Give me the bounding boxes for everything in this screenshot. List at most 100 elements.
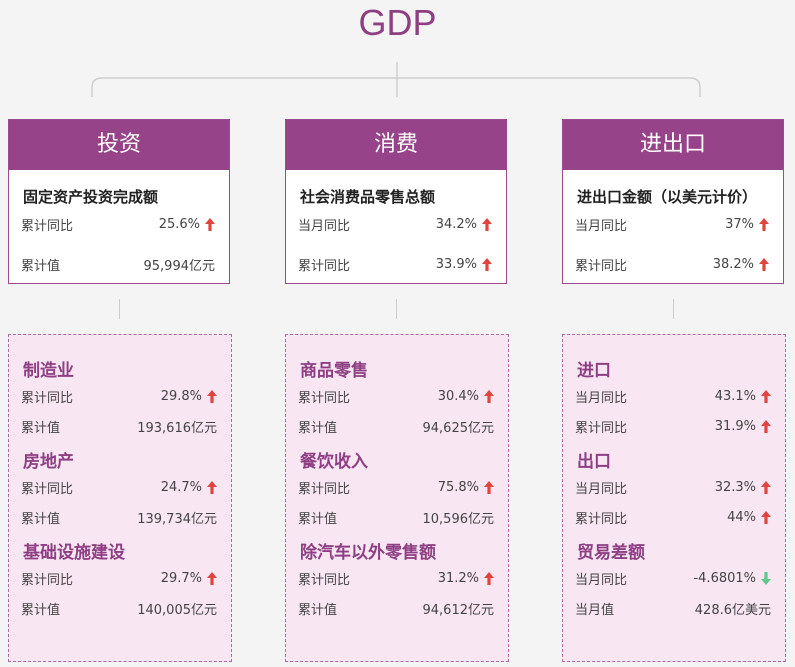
sub-indicator-title: 制造业 (23, 361, 74, 381)
metric-label: 累计值 (21, 511, 61, 527)
sub-indicator-row: 累计同比 24.7% (9, 477, 231, 497)
metric-label: 累计值 (21, 420, 61, 436)
sub-indicator-title: 出口 (577, 452, 611, 472)
metric-label: 累计同比 (21, 481, 74, 497)
metric-label: 累计同比 (298, 258, 351, 274)
category-header: 投资 (9, 120, 229, 170)
sub-indicator-row: 累计值 139,734亿元 (9, 507, 231, 527)
sub-indicator-row: 累计同比 29.8% (9, 386, 231, 406)
sub-indicator-title: 商品零售 (300, 361, 368, 381)
connector-line (673, 299, 674, 319)
metric-value-text: 31.2% (437, 570, 479, 586)
metric-label: 当月同比 (575, 572, 628, 588)
metric-value: 140,005亿元 (137, 599, 217, 618)
arrow-down-icon (761, 571, 771, 585)
metric-label: 累计值 (298, 420, 338, 436)
metric-value: 24.7% (161, 480, 217, 495)
metric-value-text: 139,734亿元 (137, 511, 217, 527)
metric-value-text: 25.6% (158, 216, 200, 232)
sub-indicator-row: 当月同比 32.3% (563, 477, 785, 497)
arrow-up-icon (759, 217, 769, 231)
arrow-up-icon (482, 217, 492, 231)
detail-card: 商品零售 累计同比 30.4% 累计值 94,625亿元 餐饮收入 累计同比 75.8% 累计值… (285, 334, 509, 662)
metric-label: 累计值 (298, 511, 338, 527)
metric-label: 累计同比 (21, 572, 74, 588)
metric-value-text: 32.3% (714, 479, 756, 495)
sub-indicator-row: 累计同比 31.2% (286, 568, 508, 588)
sub-indicator-row: 当月值 428.6亿美元 (563, 598, 785, 618)
metric-label: 累计同比 (575, 258, 628, 274)
metric-value-text: 428.6亿美元 (694, 602, 771, 618)
sub-indicator-row: 累计同比 30.4% (286, 386, 508, 406)
indicator-title: 进出口金额（以美元计价） (577, 188, 758, 206)
metric-value: 31.9% (715, 419, 771, 434)
metric-value: 44% (727, 510, 771, 525)
metric-label: 累计值 (21, 258, 61, 274)
category-card: 消费 社会消费品零售总额 当月同比 34.2% 累计同比 33.9% (285, 119, 507, 284)
arrow-up-icon (207, 480, 217, 494)
metric-label: 累计同比 (298, 572, 351, 588)
metric-value-text: -4.6801% (693, 570, 756, 586)
metric-value-text: 29.7% (160, 570, 202, 586)
sub-indicator-row: 累计值 140,005亿元 (9, 598, 231, 618)
metric-value: 428.6亿美元 (695, 599, 771, 618)
metric-label: 当月同比 (575, 481, 628, 497)
metric-value: 139,734亿元 (137, 508, 217, 527)
metric-value: 31.2% (438, 571, 494, 586)
metric-value: 43.1% (715, 389, 771, 404)
arrow-up-icon (761, 419, 771, 433)
sub-indicator-row: 累计同比 75.8% (286, 477, 508, 497)
arrow-up-icon (207, 389, 217, 403)
metric-label: 累计同比 (21, 390, 74, 406)
sub-indicator-row: 当月同比 43.1% (563, 386, 785, 406)
metric-label: 当月同比 (575, 390, 628, 406)
metric-label: 累计值 (21, 602, 61, 618)
metric-value: 38.2% (713, 257, 769, 272)
arrow-up-icon (484, 389, 494, 403)
metric-label: 累计同比 (298, 481, 351, 497)
sub-indicator-title: 进口 (577, 361, 611, 381)
category-header: 消费 (286, 120, 506, 170)
metric-value: 10,596亿元 (423, 508, 495, 527)
metric-label: 累计同比 (21, 218, 74, 234)
arrow-up-icon (484, 480, 494, 494)
metric-value: 75.8% (438, 480, 494, 495)
sub-indicator-title: 基础设施建设 (23, 543, 125, 563)
arrow-up-icon (759, 257, 769, 271)
metric-value: 95,994亿元 (144, 255, 216, 274)
detail-card: 制造业 累计同比 29.8% 累计值 193,616亿元 房地产 累计同比 24.7% 累计值 1… (8, 334, 232, 662)
metric-value: 33.9% (436, 257, 492, 272)
metric-value-text: 38.2% (712, 256, 754, 272)
metric-value-text: 10,596亿元 (422, 511, 495, 527)
connector-line (119, 299, 120, 319)
metric-value: 193,616亿元 (137, 417, 217, 436)
arrow-up-icon (484, 571, 494, 585)
metric-value-text: 24.7% (160, 479, 202, 495)
metric-label: 累计值 (298, 602, 338, 618)
indicator-row: 累计值 95,994亿元 (9, 254, 229, 274)
sub-indicator-title: 餐饮收入 (300, 452, 368, 472)
metric-value-text: 30.4% (437, 388, 479, 404)
metric-value: 25.6% (159, 217, 215, 232)
indicator-row: 当月同比 37% (563, 214, 783, 234)
metric-label: 累计同比 (575, 511, 628, 527)
indicator-row: 当月同比 34.2% (286, 214, 506, 234)
indicator-title: 固定资产投资完成额 (23, 188, 159, 206)
metric-label: 当月同比 (575, 218, 628, 234)
arrow-up-icon (482, 257, 492, 271)
category-header: 进出口 (563, 120, 783, 170)
metric-value-text: 140,005亿元 (137, 602, 217, 618)
metric-value: 32.3% (715, 480, 771, 495)
metric-value-text: 94,625亿元 (422, 420, 495, 436)
metric-value-text: 33.9% (435, 256, 477, 272)
metric-value: 94,612亿元 (423, 599, 495, 618)
metric-label: 当月同比 (298, 218, 351, 234)
sub-indicator-title: 贸易差额 (577, 543, 645, 563)
metric-label: 累计同比 (298, 390, 351, 406)
sub-indicator-title: 除汽车以外零售额 (300, 543, 436, 563)
metric-value-text: 43.1% (714, 388, 756, 404)
category-card: 投资固定资产投资完成额 累计同比 25.6% 累计值 95,994亿元 (8, 119, 230, 284)
metric-label: 当月值 (575, 602, 615, 618)
indicator-row: 累计同比 25.6% (9, 214, 229, 234)
metric-value-text: 193,616亿元 (137, 420, 217, 436)
